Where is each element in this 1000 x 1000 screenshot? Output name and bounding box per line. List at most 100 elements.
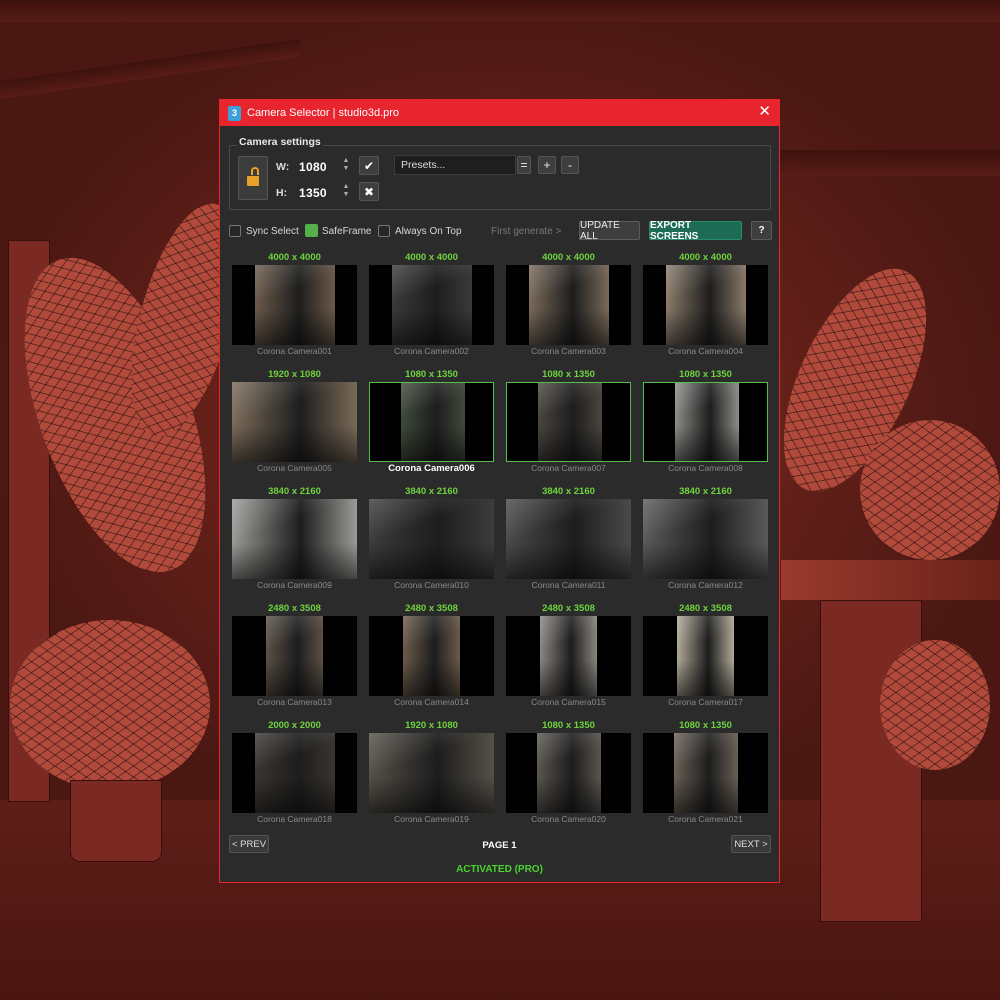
close-icon[interactable]: ✕ xyxy=(758,104,771,120)
camera-name: Corona Camera014 xyxy=(394,697,469,707)
camera-resolution: 4000 x 4000 xyxy=(268,252,321,263)
preset-remove-button[interactable]: - xyxy=(561,156,579,174)
sync-select-checkbox[interactable] xyxy=(229,225,241,237)
camera-card[interactable]: 1080 x 1350 Corona Camera007 xyxy=(506,369,631,479)
camera-thumbnail[interactable] xyxy=(232,382,357,462)
camera-thumbnail[interactable] xyxy=(643,382,768,462)
camera-resolution: 1920 x 1080 xyxy=(268,369,321,380)
camera-name: Corona Camera003 xyxy=(531,346,606,356)
first-generate-link[interactable]: First generate > xyxy=(491,226,561,237)
render-preview xyxy=(232,499,357,579)
aspect-lock-button[interactable] xyxy=(238,156,268,200)
camera-resolution: 3840 x 2160 xyxy=(542,486,595,497)
camera-thumbnail[interactable] xyxy=(232,499,357,579)
camera-card[interactable]: 3840 x 2160 Corona Camera011 xyxy=(506,486,631,596)
camera-name: Corona Camera018 xyxy=(257,814,332,824)
camera-thumbnail[interactable] xyxy=(369,616,494,696)
camera-thumbnail[interactable] xyxy=(506,499,631,579)
camera-card[interactable]: 3840 x 2160 Corona Camera009 xyxy=(232,486,357,596)
render-preview xyxy=(266,616,323,696)
camera-resolution: 2480 x 3508 xyxy=(405,603,458,614)
height-spinner[interactable]: ▲ ▼ xyxy=(341,183,351,199)
camera-card[interactable]: 2000 x 2000 Corona Camera018 xyxy=(232,720,357,830)
camera-card[interactable]: 1920 x 1080 Corona Camera005 xyxy=(232,369,357,479)
camera-card[interactable]: 3840 x 2160 Corona Camera012 xyxy=(643,486,768,596)
camera-card[interactable]: 2480 x 3508 Corona Camera015 xyxy=(506,603,631,713)
camera-resolution: 1080 x 1350 xyxy=(542,369,595,380)
render-preview xyxy=(537,383,602,461)
height-value[interactable]: 1350 xyxy=(299,186,327,200)
camera-name: Corona Camera017 xyxy=(668,697,743,707)
apply-size-button[interactable]: ✔ xyxy=(359,156,379,175)
camera-card[interactable]: 2480 x 3508 Corona Camera013 xyxy=(232,603,357,713)
always-on-top-checkbox[interactable] xyxy=(378,225,390,237)
next-page-button[interactable]: NEXT > xyxy=(731,835,771,853)
export-screens-button[interactable]: EXPORT SCREENS xyxy=(649,220,742,242)
camera-thumbnail[interactable] xyxy=(506,382,631,462)
camera-card[interactable]: 4000 x 4000 Corona Camera001 xyxy=(232,252,357,362)
camera-name: Corona Camera010 xyxy=(394,580,469,590)
camera-resolution: 1080 x 1350 xyxy=(679,720,732,731)
camera-name: Corona Camera001 xyxy=(257,346,332,356)
camera-name: Corona Camera021 xyxy=(668,814,743,824)
camera-card[interactable]: 3840 x 2160 Corona Camera010 xyxy=(369,486,494,596)
render-preview xyxy=(677,616,734,696)
title-bar[interactable]: 3 Camera Selector | studio3d.pro ✕ xyxy=(220,100,779,126)
render-preview xyxy=(674,383,739,461)
width-value[interactable]: 1080 xyxy=(299,160,327,174)
camera-card[interactable]: 4000 x 4000 Corona Camera004 xyxy=(643,252,768,362)
camera-thumbnail[interactable] xyxy=(506,616,631,696)
render-preview xyxy=(673,733,738,813)
camera-card[interactable]: 1080 x 1350 Corona Camera008 xyxy=(643,369,768,479)
width-spinner[interactable]: ▲ ▼ xyxy=(341,157,351,173)
camera-thumbnail[interactable] xyxy=(232,733,357,813)
help-button[interactable]: ? xyxy=(751,221,772,240)
unlocked-padlock-icon xyxy=(247,167,259,186)
camera-thumbnail[interactable] xyxy=(506,265,631,345)
camera-card[interactable]: 4000 x 4000 Corona Camera002 xyxy=(369,252,494,362)
camera-thumbnail[interactable] xyxy=(232,265,357,345)
camera-name: Corona Camera009 xyxy=(257,580,332,590)
camera-thumbnail[interactable] xyxy=(643,616,768,696)
camera-card[interactable]: 1080 x 1350 Corona Camera020 xyxy=(506,720,631,830)
camera-thumbnail[interactable] xyxy=(369,265,494,345)
camera-resolution: 2000 x 2000 xyxy=(268,720,321,731)
camera-thumbnail[interactable] xyxy=(369,733,494,813)
camera-card[interactable]: 1080 x 1350 Corona Camera021 xyxy=(643,720,768,830)
render-preview xyxy=(254,265,335,345)
always-on-top-label: Always On Top xyxy=(395,226,462,237)
camera-card[interactable]: 1080 x 1350 Corona Camera006 xyxy=(369,369,494,479)
camera-resolution: 3840 x 2160 xyxy=(679,486,732,497)
safeframe-checkbox[interactable] xyxy=(305,224,318,237)
camera-name: Corona Camera004 xyxy=(668,346,743,356)
render-preview xyxy=(391,265,472,345)
render-preview xyxy=(369,499,494,579)
camera-name: Corona Camera011 xyxy=(531,580,606,590)
camera-card[interactable]: 2480 x 3508 Corona Camera017 xyxy=(643,603,768,713)
update-all-button[interactable]: UPDATE ALL xyxy=(579,220,640,242)
camera-thumbnail[interactable] xyxy=(369,499,494,579)
presets-dropdown[interactable]: Presets... xyxy=(394,155,516,175)
page-indicator: PAGE 1 xyxy=(482,840,517,851)
camera-thumbnail[interactable] xyxy=(643,265,768,345)
camera-thumbnail[interactable] xyxy=(506,733,631,813)
preset-apply-button[interactable]: = xyxy=(517,156,531,174)
camera-name: Corona Camera008 xyxy=(668,463,743,473)
sync-select-label: Sync Select xyxy=(246,226,299,237)
camera-thumbnail[interactable] xyxy=(232,616,357,696)
render-preview xyxy=(506,499,631,579)
camera-thumbnail[interactable] xyxy=(643,499,768,579)
camera-card[interactable]: 2480 x 3508 Corona Camera014 xyxy=(369,603,494,713)
reset-size-button[interactable]: ✖ xyxy=(359,182,379,201)
camera-resolution: 1080 x 1350 xyxy=(679,369,732,380)
camera-card[interactable]: 1920 x 1080 Corona Camera019 xyxy=(369,720,494,830)
render-preview xyxy=(232,382,357,462)
preset-add-button[interactable]: + xyxy=(538,156,556,174)
render-preview xyxy=(400,383,465,461)
camera-card[interactable]: 4000 x 4000 Corona Camera003 xyxy=(506,252,631,362)
camera-thumbnail[interactable] xyxy=(369,382,494,462)
camera-thumbnail[interactable] xyxy=(643,733,768,813)
camera-name: Corona Camera006 xyxy=(388,463,475,474)
render-preview xyxy=(403,616,460,696)
camera-resolution: 4000 x 4000 xyxy=(405,252,458,263)
